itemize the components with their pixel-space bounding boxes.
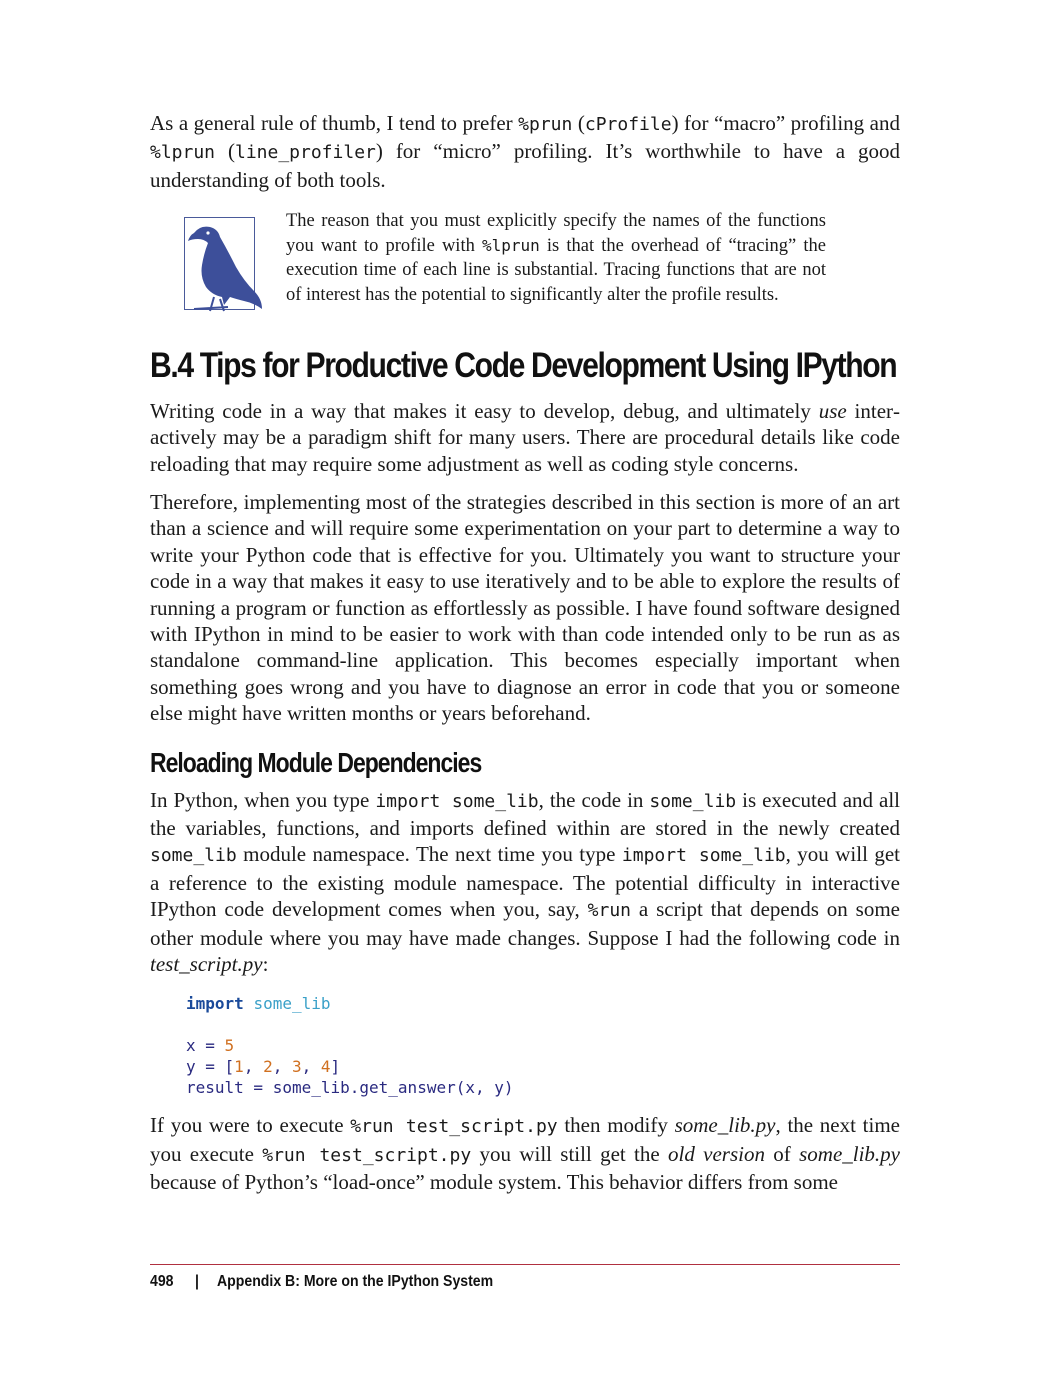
text: , the code in	[538, 787, 650, 812]
text: :	[262, 952, 269, 977]
code-number: 4	[320, 1057, 331, 1077]
code-some-lib: some_lib	[150, 845, 237, 867]
code-some-lib: some_lib	[649, 790, 737, 812]
code-number: 3	[291, 1057, 302, 1077]
paragraph-2: Therefore, implementing most of the stra…	[150, 489, 900, 726]
code-run-script: %run test_script.py	[350, 1116, 558, 1138]
text: of	[765, 1141, 800, 1166]
text: In Python, when you type	[150, 787, 376, 812]
text: because of Python’s “load-once” module s…	[150, 1170, 838, 1195]
code-prun: %prun	[518, 114, 573, 135]
text: (	[572, 111, 585, 135]
paragraph-1: Writing code in a way that makes it easy…	[150, 398, 900, 477]
subsection-heading: Reloading Module Dependencies	[150, 746, 482, 778]
code-number: 1	[234, 1057, 244, 1077]
emphasis: old version	[668, 1141, 765, 1166]
paragraph-4: If you were to execute %run test_script.…	[150, 1112, 900, 1195]
footer-separator: |	[194, 1273, 199, 1290]
emphasis-filename: some_lib.py	[799, 1141, 901, 1166]
text: As a general rule of thumb, I tend to pr…	[150, 111, 519, 135]
text: Writing code in a way that makes it easy…	[150, 398, 819, 423]
text: then modify	[557, 1113, 675, 1138]
text: If you were to execute	[150, 1113, 351, 1138]
emphasis-filename: test_script.py	[150, 952, 263, 977]
code-import: import some_lib	[621, 845, 786, 867]
code-number: 5	[224, 1036, 235, 1056]
crow-icon	[184, 217, 264, 314]
intro-paragraph: As a general rule of thumb, I tend to pr…	[150, 110, 900, 193]
code-keyword: import	[186, 994, 244, 1014]
note-text: The reason that you must explicitly spec…	[286, 209, 826, 307]
code-text: x =	[186, 1036, 225, 1056]
code-cprofile: cProfile	[584, 114, 672, 135]
paragraph-3: In Python, when you type import some_lib…	[150, 787, 900, 978]
emphasis-filename: some_lib.py	[674, 1113, 776, 1138]
code-text: result = some_lib.get_answer(x, y)	[186, 1078, 514, 1098]
text: ) for “macro” profiling and	[671, 111, 900, 135]
code-number: 2	[263, 1057, 273, 1077]
text: (	[215, 139, 235, 164]
code-run-script: %run test_script.py	[262, 1144, 472, 1166]
text: you will still get the	[471, 1141, 669, 1166]
code-module: some_lib	[253, 994, 331, 1014]
code-run: %run	[587, 900, 632, 922]
text: module namespace. The next time you type	[236, 842, 622, 867]
chapter-title: Appendix B: More on the IPython System	[217, 1273, 494, 1290]
page-footer: 498 | Appendix B: More on the IPython Syst…	[150, 1264, 900, 1291]
page-number: 498	[150, 1273, 174, 1290]
code-text: y = [	[186, 1057, 235, 1077]
code-import: import some_lib	[375, 790, 539, 812]
note-box: The reason that you must explicitly spec…	[184, 211, 826, 326]
emphasis: use	[818, 398, 847, 423]
code-line-profiler: line_profiler	[234, 142, 376, 164]
code-lprun: %lprun	[150, 142, 216, 164]
page-content: As a general rule of thumb, I tend to pr…	[150, 110, 900, 1208]
code-text: ]	[330, 1057, 341, 1077]
code-block: import some_lib x = 5 y = [1, 2, 3, 4] r…	[186, 994, 514, 1098]
section-heading: B.4 Tips for Productive Code Development…	[150, 345, 898, 385]
code-lprun: %lprun	[481, 235, 540, 255]
